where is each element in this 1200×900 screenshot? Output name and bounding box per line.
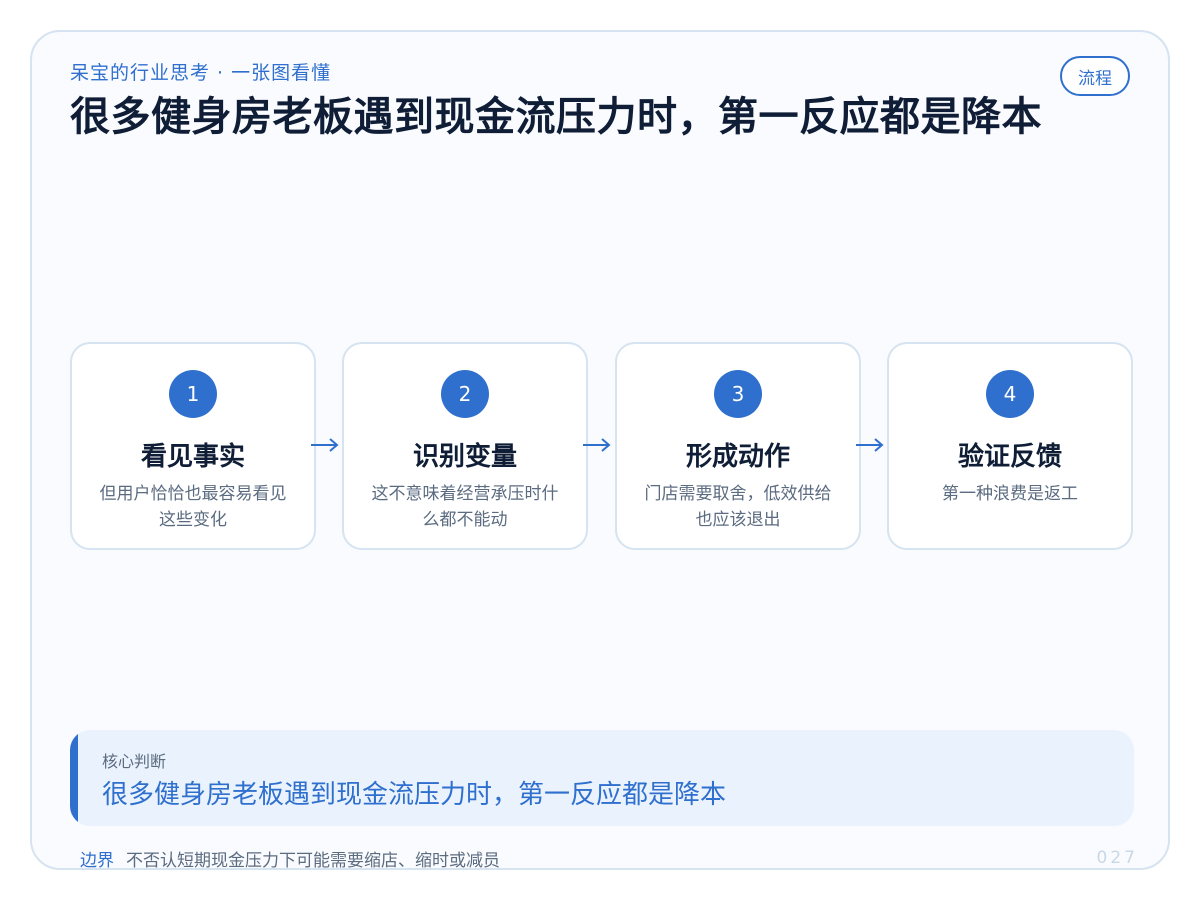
step-title: 验证反馈 [957,442,1062,472]
step-number-badge: 4 [986,370,1034,418]
arrow-right-icon [583,438,611,452]
arrow-right-icon [856,438,884,452]
step-title: 看见事实 [140,442,245,472]
step-number-badge: 1 [169,370,217,418]
step-description: 但用户恰恰也最容易看见这些变化 [99,484,287,530]
step-title: 形成动作 [685,442,790,472]
boundary-text: 不否认短期现金压力下可能需要缩店、缩时或减员 [126,851,500,871]
step-description: 这不意味着经营承压时什么都不能动 [371,484,559,530]
step-description: 第一种浪费是返工 [942,484,1078,504]
process-flow: 1 看见事实 但用户恰恰也最容易看见这些变化 2 识别变量 这不意味着经营承压时… [70,342,1134,552]
page-title: 很多健身房老板遇到现金流压力时，第一反应都是降本 [70,94,1042,140]
step-title: 识别变量 [412,442,517,472]
category-tag: 流程 [1060,56,1130,96]
subtitle: 呆宝的行业思考 · 一张图看懂 [70,62,332,84]
step-number-badge: 3 [714,370,762,418]
step-card-2: 2 识别变量 这不意味着经营承压时什么都不能动 [342,342,588,550]
step-card-4: 4 验证反馈 第一种浪费是返工 [887,342,1133,550]
slide-card: 呆宝的行业思考 · 一张图看懂 流程 很多健身房老板遇到现金流压力时，第一反应都… [30,30,1170,871]
core-judgment-label: 核心判断 [102,752,167,771]
core-judgment-text: 很多健身房老板遇到现金流压力时，第一反应都是降本 [102,780,727,810]
arrow-right-icon [311,438,339,452]
step-number-badge: 2 [441,370,489,418]
step-card-3: 3 形成动作 门店需要取舍，低效供给也应该退出 [615,342,861,550]
accent-bar [70,730,78,826]
boundary-note: 边界 不否认短期现金压力下可能需要缩店、缩时或减员 [80,846,500,871]
core-judgment-panel: 核心判断 很多健身房老板遇到现金流压力时，第一反应都是降本 [70,730,1134,826]
page-number: 027 [1096,848,1138,868]
boundary-label: 边界 [80,851,114,871]
step-card-1: 1 看见事实 但用户恰恰也最容易看见这些变化 [70,342,316,550]
step-description: 门店需要取舍，低效供给也应该退出 [644,484,832,530]
